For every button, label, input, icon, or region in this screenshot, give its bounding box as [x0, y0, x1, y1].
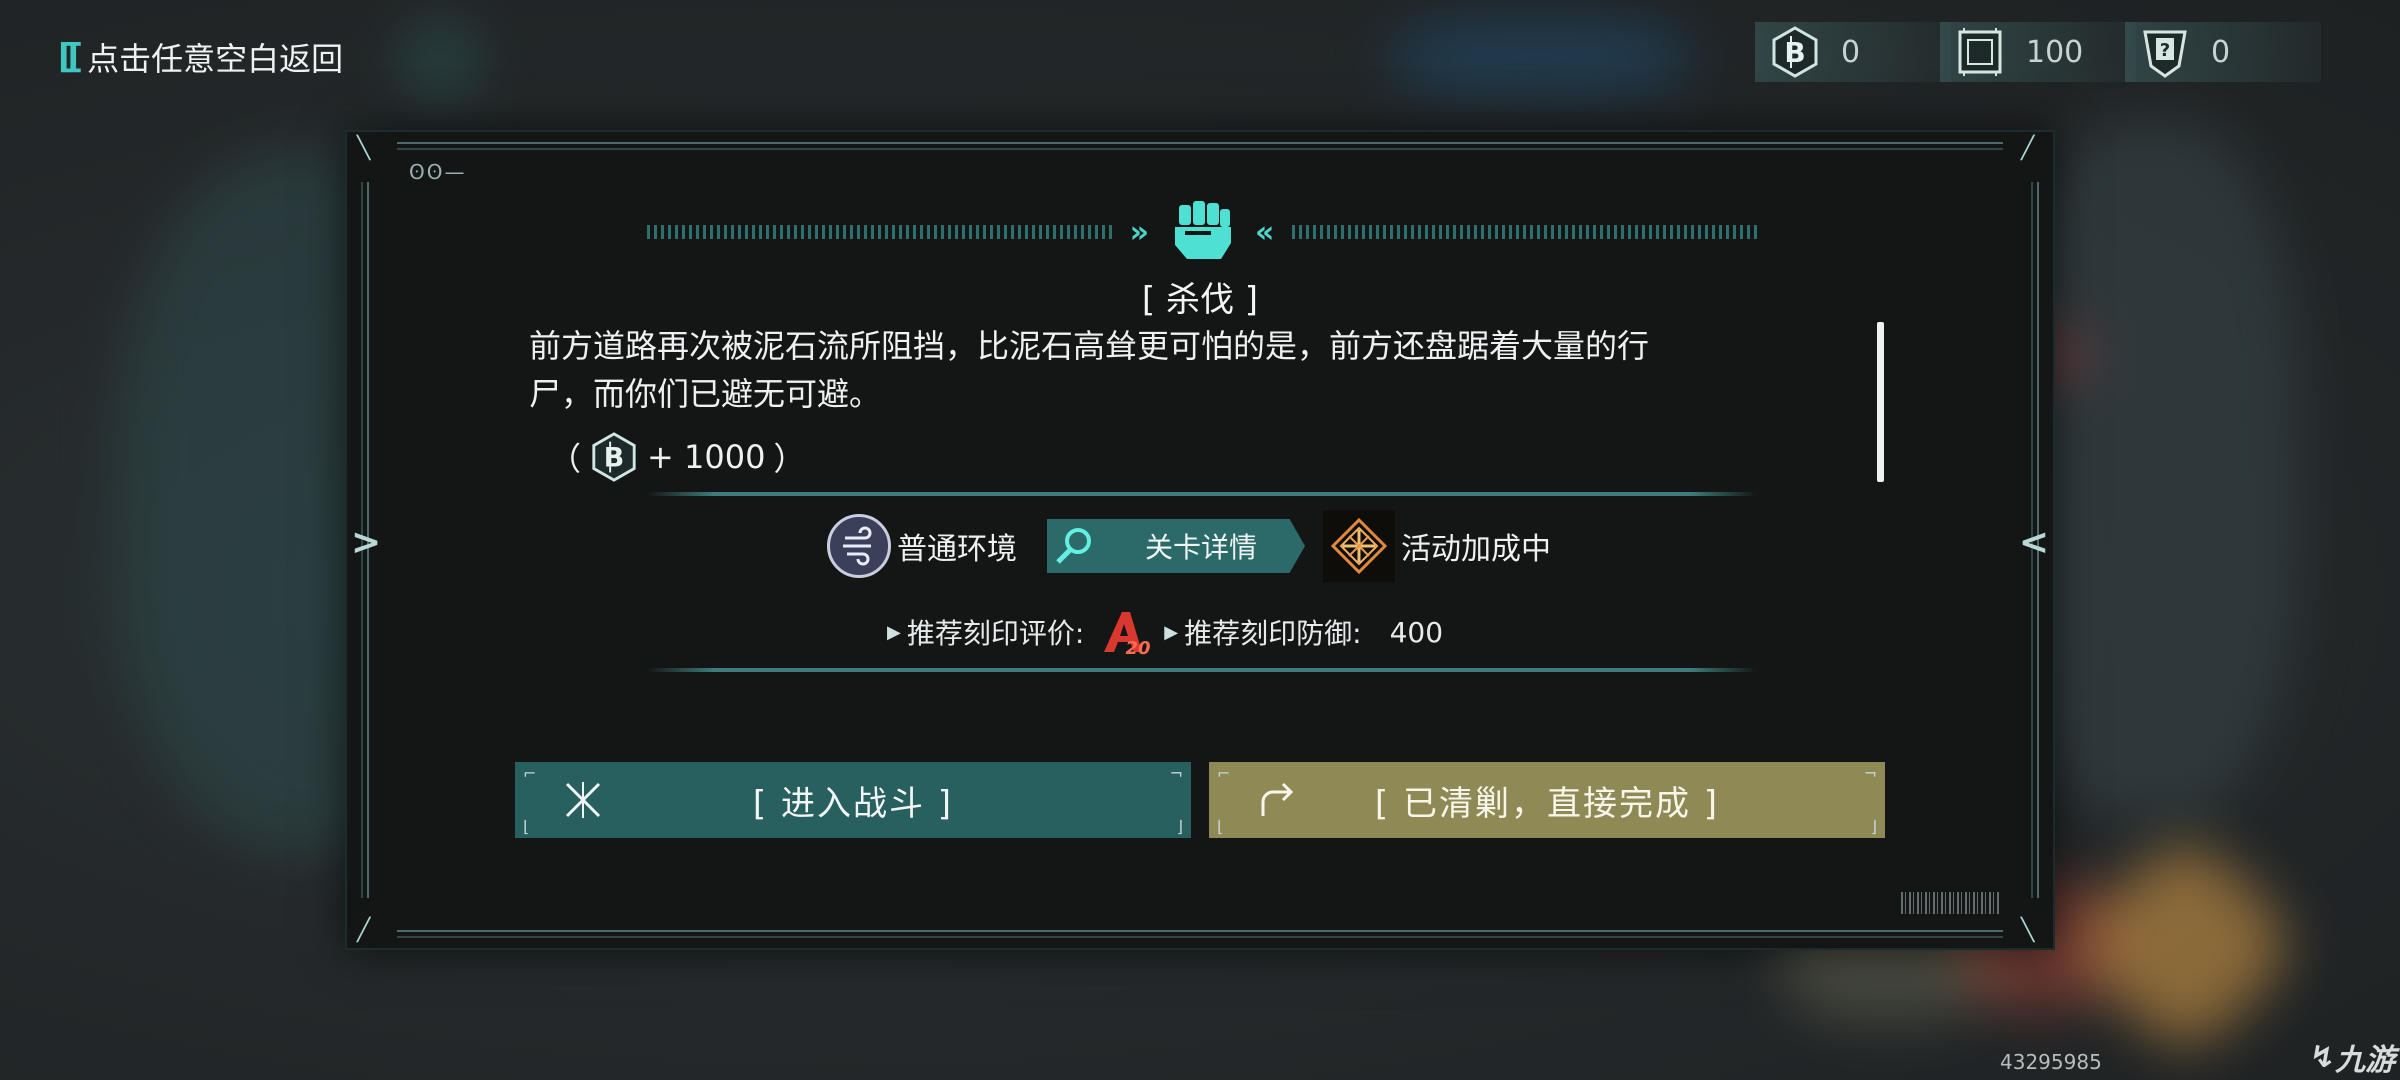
fist-icon [1175, 201, 1231, 259]
stage-tags: 普通环境 关卡详情 活动加成中 [827, 510, 1551, 582]
b-coin-icon: B [1769, 26, 1821, 78]
chip-icon [1954, 26, 2006, 78]
reward-open-paren: （ [549, 440, 582, 478]
bonus-snowflake-icon [1323, 510, 1395, 582]
auto-complete-button[interactable]: [ 已清剿，直接完成 ] ⌐ ¬ ⌊ ⌋ [1209, 762, 1885, 838]
stage-description: 前方道路再次被泥石流所阻挡，比泥石高耸更可怕的是，前方还盘踞着大量的行尸，而你们… [529, 327, 1650, 413]
recommend-defense-value: 400 [1389, 615, 1444, 649]
svg-text:20: 20 [1126, 638, 1151, 656]
frame-bottom [397, 930, 2003, 938]
frame-top [397, 142, 2003, 150]
corner-mark: ⌋ [1176, 817, 1183, 836]
stage-details-label: 关卡详情 [1145, 531, 1258, 564]
wind-icon [827, 514, 891, 578]
corner-mark: ⌐ [1217, 764, 1231, 783]
emblem-row: » « [647, 201, 1757, 262]
recommendations: ▶ 推荐刻印评价: 20 ▶ 推荐刻印防御: 400 [887, 608, 1443, 656]
triangle-right-icon: ▶ [1164, 621, 1179, 643]
enter-battle-label: [ 进入战斗 ] [752, 783, 954, 824]
hatch-decoration [647, 225, 1112, 239]
svg-text:B: B [1784, 36, 1805, 69]
b-coin-icon: B [592, 432, 636, 482]
divider [647, 492, 1757, 496]
corner-mark: ⌐ [523, 764, 537, 783]
description-scrollbar[interactable] [1877, 322, 1884, 482]
currency-value: 0 [2211, 34, 2231, 70]
stage-dialog: ╲ ╱ ╱ ╲ > < ʘʘ— » « [ 杀伐 ] 前方道路再次被泥石流所阻挡… [345, 130, 2055, 950]
environment-tag[interactable]: 普通环境 [827, 514, 1017, 578]
corner-icon: ╱ [357, 918, 371, 943]
environment-label: 普通环境 [897, 532, 1017, 567]
currency-chip: 100 [1940, 22, 2136, 82]
back-hint[interactable]: [[ 点击任意空白返回 [58, 34, 343, 80]
double-chevron-left-icon: « [1255, 214, 1275, 250]
logo-text: 九游 [2335, 1043, 2396, 1078]
stage-title: [ 杀伐 ] [1141, 280, 1259, 320]
svg-text:?: ? [2160, 40, 2170, 61]
event-bonus-tag[interactable]: 活动加成中 [1323, 510, 1551, 582]
double-chevron-right-icon: » [1129, 214, 1149, 250]
reward-close-paren: ） [773, 440, 806, 478]
barcode-decoration [1901, 892, 2001, 914]
corner-mark: ⌊ [523, 817, 530, 836]
stage-details-button[interactable]: 关卡详情 [1047, 519, 1305, 573]
back-hint-label: 点击任意空白返回 [87, 40, 344, 78]
enter-battle-button[interactable]: [ 进入战斗 ] ⌐ ¬ ⌊ ⌋ [515, 762, 1191, 838]
currency-question-card: ? 0 [2125, 22, 2321, 82]
recommend-rating-label: 推荐刻印评价: [906, 617, 1085, 650]
corner-mark: ¬ [1169, 764, 1183, 783]
recommend-defense-label: 推荐刻印防御: [1184, 617, 1362, 650]
corner-mark: ⌊ [1217, 817, 1224, 836]
currency-b-coin: B 0 [1755, 22, 1951, 82]
watermark-id: 43295985 [2000, 1050, 2102, 1074]
corner-icon: ╱ [2021, 136, 2035, 161]
corner-mark: ⌋ [1870, 817, 1877, 836]
svg-text:B: B [604, 443, 625, 474]
auto-complete-label: [ 已清剿，直接完成 ] [1374, 783, 1720, 824]
crossed-swords-icon [565, 782, 601, 818]
redo-arrow-icon [1261, 782, 1294, 816]
currency-value: 100 [2026, 34, 2084, 70]
dialog-dots: ʘʘ— [409, 160, 467, 184]
bonus-label: 活动加成中 [1401, 532, 1551, 567]
reward-line: （ B + 1000 ） [549, 432, 805, 482]
divider [647, 668, 1757, 672]
magnifier-icon [1047, 519, 1101, 573]
hatch-decoration [1292, 225, 1757, 239]
chevron-right-icon: > [351, 522, 382, 563]
logo-icon: ↯ [2310, 1039, 2336, 1075]
corner-icon: ╲ [357, 136, 371, 161]
chevron-left-icon: < [2018, 522, 2049, 563]
reward-amount: + 1000 [647, 438, 766, 476]
site-logo: ↯ 九游 [2310, 1035, 2395, 1079]
triangle-right-icon: ▶ [887, 621, 901, 643]
corner-icon: ╲ [2021, 918, 2035, 943]
rating-a20-badge: 20 [1104, 612, 1151, 656]
bracket-icon: [[ [58, 37, 83, 77]
currency-value: 0 [1841, 34, 1861, 70]
corner-mark: ¬ [1863, 764, 1877, 783]
question-card-icon: ? [2139, 26, 2191, 78]
